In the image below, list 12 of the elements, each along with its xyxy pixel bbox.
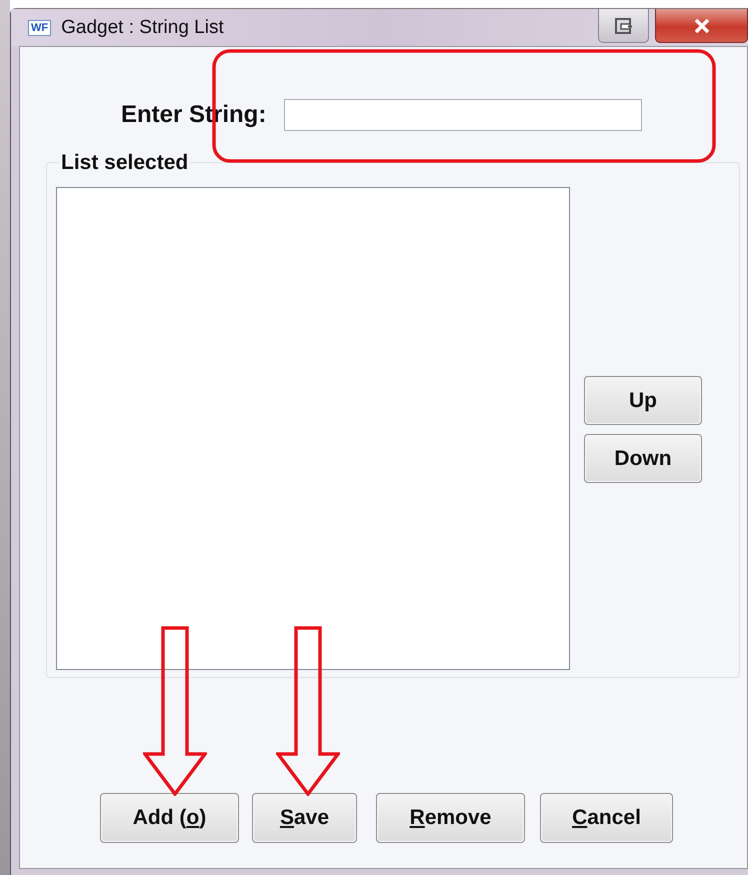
dialog-button[interactable]: Remove <box>376 793 525 843</box>
window-title: Gadget : String List <box>61 16 225 38</box>
dialog-button[interactable]: Save <box>252 793 357 843</box>
dialog-button[interactable]: Cancel <box>540 793 673 843</box>
close-button[interactable] <box>655 9 748 43</box>
move-button[interactable]: Up <box>584 376 702 425</box>
dialog-button[interactable]: Add (o) <box>100 793 239 843</box>
string-field[interactable] <box>284 99 642 131</box>
restore-button[interactable] <box>598 9 649 43</box>
restore-icon <box>612 16 634 36</box>
app-icon: WF <box>28 20 52 36</box>
move-button[interactable]: Down <box>584 434 702 483</box>
